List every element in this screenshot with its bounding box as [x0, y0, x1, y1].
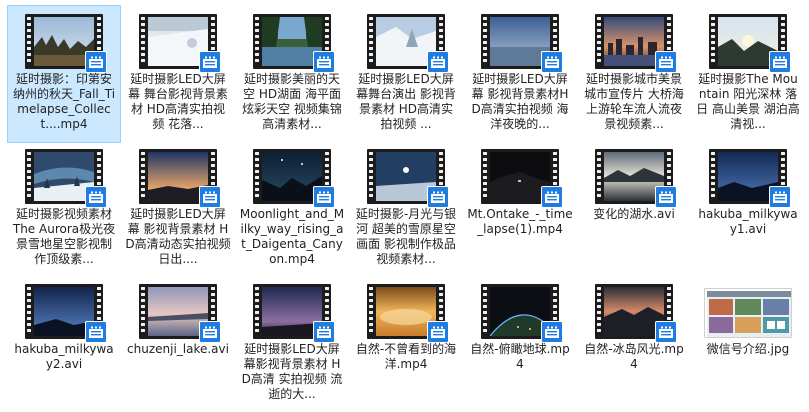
file-item[interactable]: Mt.Ontake_-_time_lapse(1).mp4 [464, 141, 576, 277]
video-file-icon [313, 51, 335, 73]
film-perforations [25, 14, 33, 69]
video-file-icon [655, 51, 677, 73]
video-file-icon [199, 321, 221, 343]
file-item[interactable]: 延时摄影LED大屏幕影视背景素材 HD高清 实拍视频 流逝的大... [236, 276, 348, 412]
video-file-icon [769, 186, 791, 208]
file-item[interactable]: 延时摄影视频素材 The Aurora极光夜景雪地星空影视制作顶级素... [8, 141, 120, 277]
file-name: 变化的湖水.avi [593, 207, 675, 221]
file-name: 延时摄影城市美景 城市宣传片 大桥海上游轮车流人流夜景视频素... [584, 72, 684, 131]
file-item[interactable]: 延时摄影美丽的天空 HD湖面 海平面 炫彩天空 视频集锦高清素材... [236, 6, 348, 142]
file-item[interactable]: 延时摄影LED大屏幕舞台演出 影视背景素材 HD高清实拍视频 ... [350, 6, 462, 142]
file-item[interactable]: 延时摄影LED大屏幕 影视背景素材HD高清实拍视频 海洋夜晚的... [464, 6, 576, 142]
file-item[interactable]: 延时摄影LED大屏幕 影视背景素材 HD高清动态实拍视频 日出.... [122, 141, 234, 277]
file-name: hakuba_milkyway1.avi [698, 207, 798, 236]
file-name: 延时摄影The Mountain 阳光深林 落日 高山美景 湖泊高清视... [696, 72, 800, 131]
film-perforations [709, 14, 717, 69]
video-file-icon [541, 186, 563, 208]
file-item[interactable]: hakuba_milkyway1.avi [692, 141, 804, 277]
file-name: chuzenji_lake.avi [127, 342, 229, 356]
film-perforations [253, 14, 261, 69]
video-file-icon [769, 51, 791, 73]
file-grid: 延时摄影：印第安纳州的秋天_Fall_Timelapse_Collect....… [0, 0, 809, 412]
video-file-icon [199, 186, 221, 208]
video-file-icon [427, 186, 449, 208]
video-file-icon [199, 51, 221, 73]
file-item[interactable]: 延时摄影The Mountain 阳光深林 落日 高山美景 湖泊高清视... [692, 6, 804, 142]
film-perforations [253, 149, 261, 204]
file-name: 延时摄影LED大屏幕 影视背景素材HD高清实拍视频 海洋夜晚的... [471, 72, 569, 131]
film-perforations [25, 149, 33, 204]
video-file-icon [427, 51, 449, 73]
film-perforations [139, 149, 147, 204]
video-file-icon [313, 321, 335, 343]
file-name: 延时摄影美丽的天空 HD湖面 海平面 炫彩天空 视频集锦高清素材... [242, 72, 342, 131]
file-item[interactable]: 自然-不曾看到的海洋.mp4 [350, 276, 462, 412]
video-file-icon [427, 321, 449, 343]
video-file-icon [313, 186, 335, 208]
file-name: 自然-俯瞰地球.mp4 [470, 342, 570, 371]
video-file-icon [85, 51, 107, 73]
film-perforations [139, 284, 147, 339]
film-perforations [367, 284, 375, 339]
film-perforations [481, 149, 489, 204]
file-item[interactable]: 延时摄影LED大屏幕 舞台影视背景素材 HD高清实拍视频 花落... [122, 6, 234, 142]
file-name: 延时摄影LED大屏幕舞台演出 影视背景素材 HD高清实拍视频 ... [356, 72, 456, 131]
file-name: 延时摄影：印第安纳州的秋天_Fall_Timelapse_Collect....… [12, 72, 116, 131]
file-name: Moonlight_and_Milky_way_rising_at_Daigen… [239, 207, 345, 266]
film-perforations [481, 14, 489, 69]
file-name: 微信号介绍.jpg [706, 342, 790, 356]
film-perforations [595, 14, 603, 69]
video-file-icon [85, 321, 107, 343]
file-item[interactable]: Moonlight_and_Milky_way_rising_at_Daigen… [236, 141, 348, 277]
file-name: 延时摄影LED大屏幕影视背景素材 HD高清 实拍视频 流逝的大... [241, 342, 343, 401]
file-name: 延时摄影-月光与银河 超美的雪原星空画面 影视制作极品视频素材... [355, 207, 457, 266]
film-perforations [139, 14, 147, 69]
video-file-icon [655, 321, 677, 343]
video-file-icon [541, 321, 563, 343]
film-perforations [709, 149, 717, 204]
file-name: 延时摄影LED大屏幕 影视背景素材 HD高清动态实拍视频 日出.... [125, 207, 231, 266]
film-perforations [25, 284, 33, 339]
file-item[interactable]: 自然-冰岛风光.mp4 [578, 276, 690, 412]
file-item[interactable]: 变化的湖水.avi [578, 141, 690, 277]
file-item[interactable]: 自然-俯瞰地球.mp4 [464, 276, 576, 412]
video-file-icon [655, 186, 677, 208]
file-item[interactable]: 延时摄影：印第安纳州的秋天_Fall_Timelapse_Collect....… [7, 5, 121, 143]
file-name: 自然-不曾看到的海洋.mp4 [355, 342, 457, 371]
file-name: hakuba_milkyway2.avi [14, 342, 114, 371]
file-name: 延时摄影视频素材 The Aurora极光夜景雪地星空影视制作顶级素... [12, 207, 116, 266]
file-name: 延时摄影LED大屏幕 舞台影视背景素材 HD高清实拍视频 花落... [128, 72, 228, 131]
film-perforations [595, 149, 603, 204]
video-file-icon [85, 186, 107, 208]
film-perforations [595, 284, 603, 339]
image-thumbnail [704, 288, 792, 338]
film-perforations [481, 284, 489, 339]
file-item[interactable]: chuzenji_lake.avi [122, 276, 234, 412]
file-item[interactable]: 延时摄影城市美景 城市宣传片 大桥海上游轮车流人流夜景视频素... [578, 6, 690, 142]
film-perforations [367, 14, 375, 69]
file-item[interactable]: 微信号介绍.jpg [692, 276, 804, 412]
file-item[interactable]: 延时摄影-月光与银河 超美的雪原星空画面 影视制作极品视频素材... [350, 141, 462, 277]
video-file-icon [541, 51, 563, 73]
file-name: 自然-冰岛风光.mp4 [584, 342, 684, 371]
film-perforations [367, 149, 375, 204]
file-name: Mt.Ontake_-_time_lapse(1).mp4 [467, 207, 573, 236]
film-perforations [253, 284, 261, 339]
file-item[interactable]: hakuba_milkyway2.avi [8, 276, 120, 412]
